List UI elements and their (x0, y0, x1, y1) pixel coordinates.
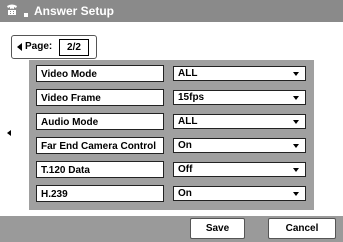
page-prev-arrow-icon[interactable] (17, 43, 22, 51)
setting-row-audio-mode: Audio Mode ALL (36, 113, 308, 130)
window-title: Answer Setup (34, 4, 115, 18)
select-value: ALL (178, 68, 198, 79)
setting-label: H.239 (36, 185, 164, 202)
setting-row-t120-data: T.120 Data Off (36, 161, 308, 178)
left-arrow-icon[interactable] (7, 130, 11, 136)
dropdown-arrow-icon (293, 96, 299, 100)
dropdown-arrow-icon (293, 144, 299, 148)
setting-row-video-mode: Video Mode ALL (36, 65, 308, 82)
audio-mode-select[interactable]: ALL (173, 114, 306, 129)
save-button[interactable]: Save (190, 218, 245, 239)
answer-setup-screen: Answer Setup Page: 2/2 Video Mode ALL Vi… (0, 0, 343, 242)
setting-label: T.120 Data (36, 161, 164, 178)
h239-select[interactable]: On (173, 186, 306, 201)
page-label: Page: (25, 41, 53, 52)
phone-icon (7, 4, 17, 15)
select-value: On (178, 140, 192, 151)
dropdown-arrow-icon (293, 120, 299, 124)
setting-row-far-end-camera-control: Far End Camera Control On (36, 137, 308, 154)
video-frame-select[interactable]: 15fps (173, 90, 306, 105)
title-separator (24, 13, 28, 17)
setting-label: Video Mode (36, 65, 164, 82)
select-value: ALL (178, 116, 198, 127)
dropdown-arrow-icon (293, 192, 299, 196)
cancel-button[interactable]: Cancel (268, 218, 336, 239)
setting-row-video-frame: Video Frame 15fps (36, 89, 308, 106)
setting-label: Video Frame (36, 89, 164, 106)
far-end-camera-control-select[interactable]: On (173, 138, 306, 153)
t120-data-select[interactable]: Off (173, 162, 306, 177)
select-value: 15fps (178, 92, 205, 103)
setting-row-h239: H.239 On (36, 185, 308, 202)
page-value: 2/2 (59, 39, 89, 56)
video-mode-select[interactable]: ALL (173, 66, 306, 81)
setting-label: Audio Mode (36, 113, 164, 130)
dropdown-arrow-icon (293, 168, 299, 172)
dropdown-arrow-icon (293, 72, 299, 76)
page-selector[interactable]: Page: 2/2 (11, 35, 97, 59)
select-value: On (178, 188, 192, 199)
title-bar: Answer Setup (0, 0, 343, 22)
setting-label: Far End Camera Control (36, 137, 164, 154)
select-value: Off (178, 164, 193, 175)
